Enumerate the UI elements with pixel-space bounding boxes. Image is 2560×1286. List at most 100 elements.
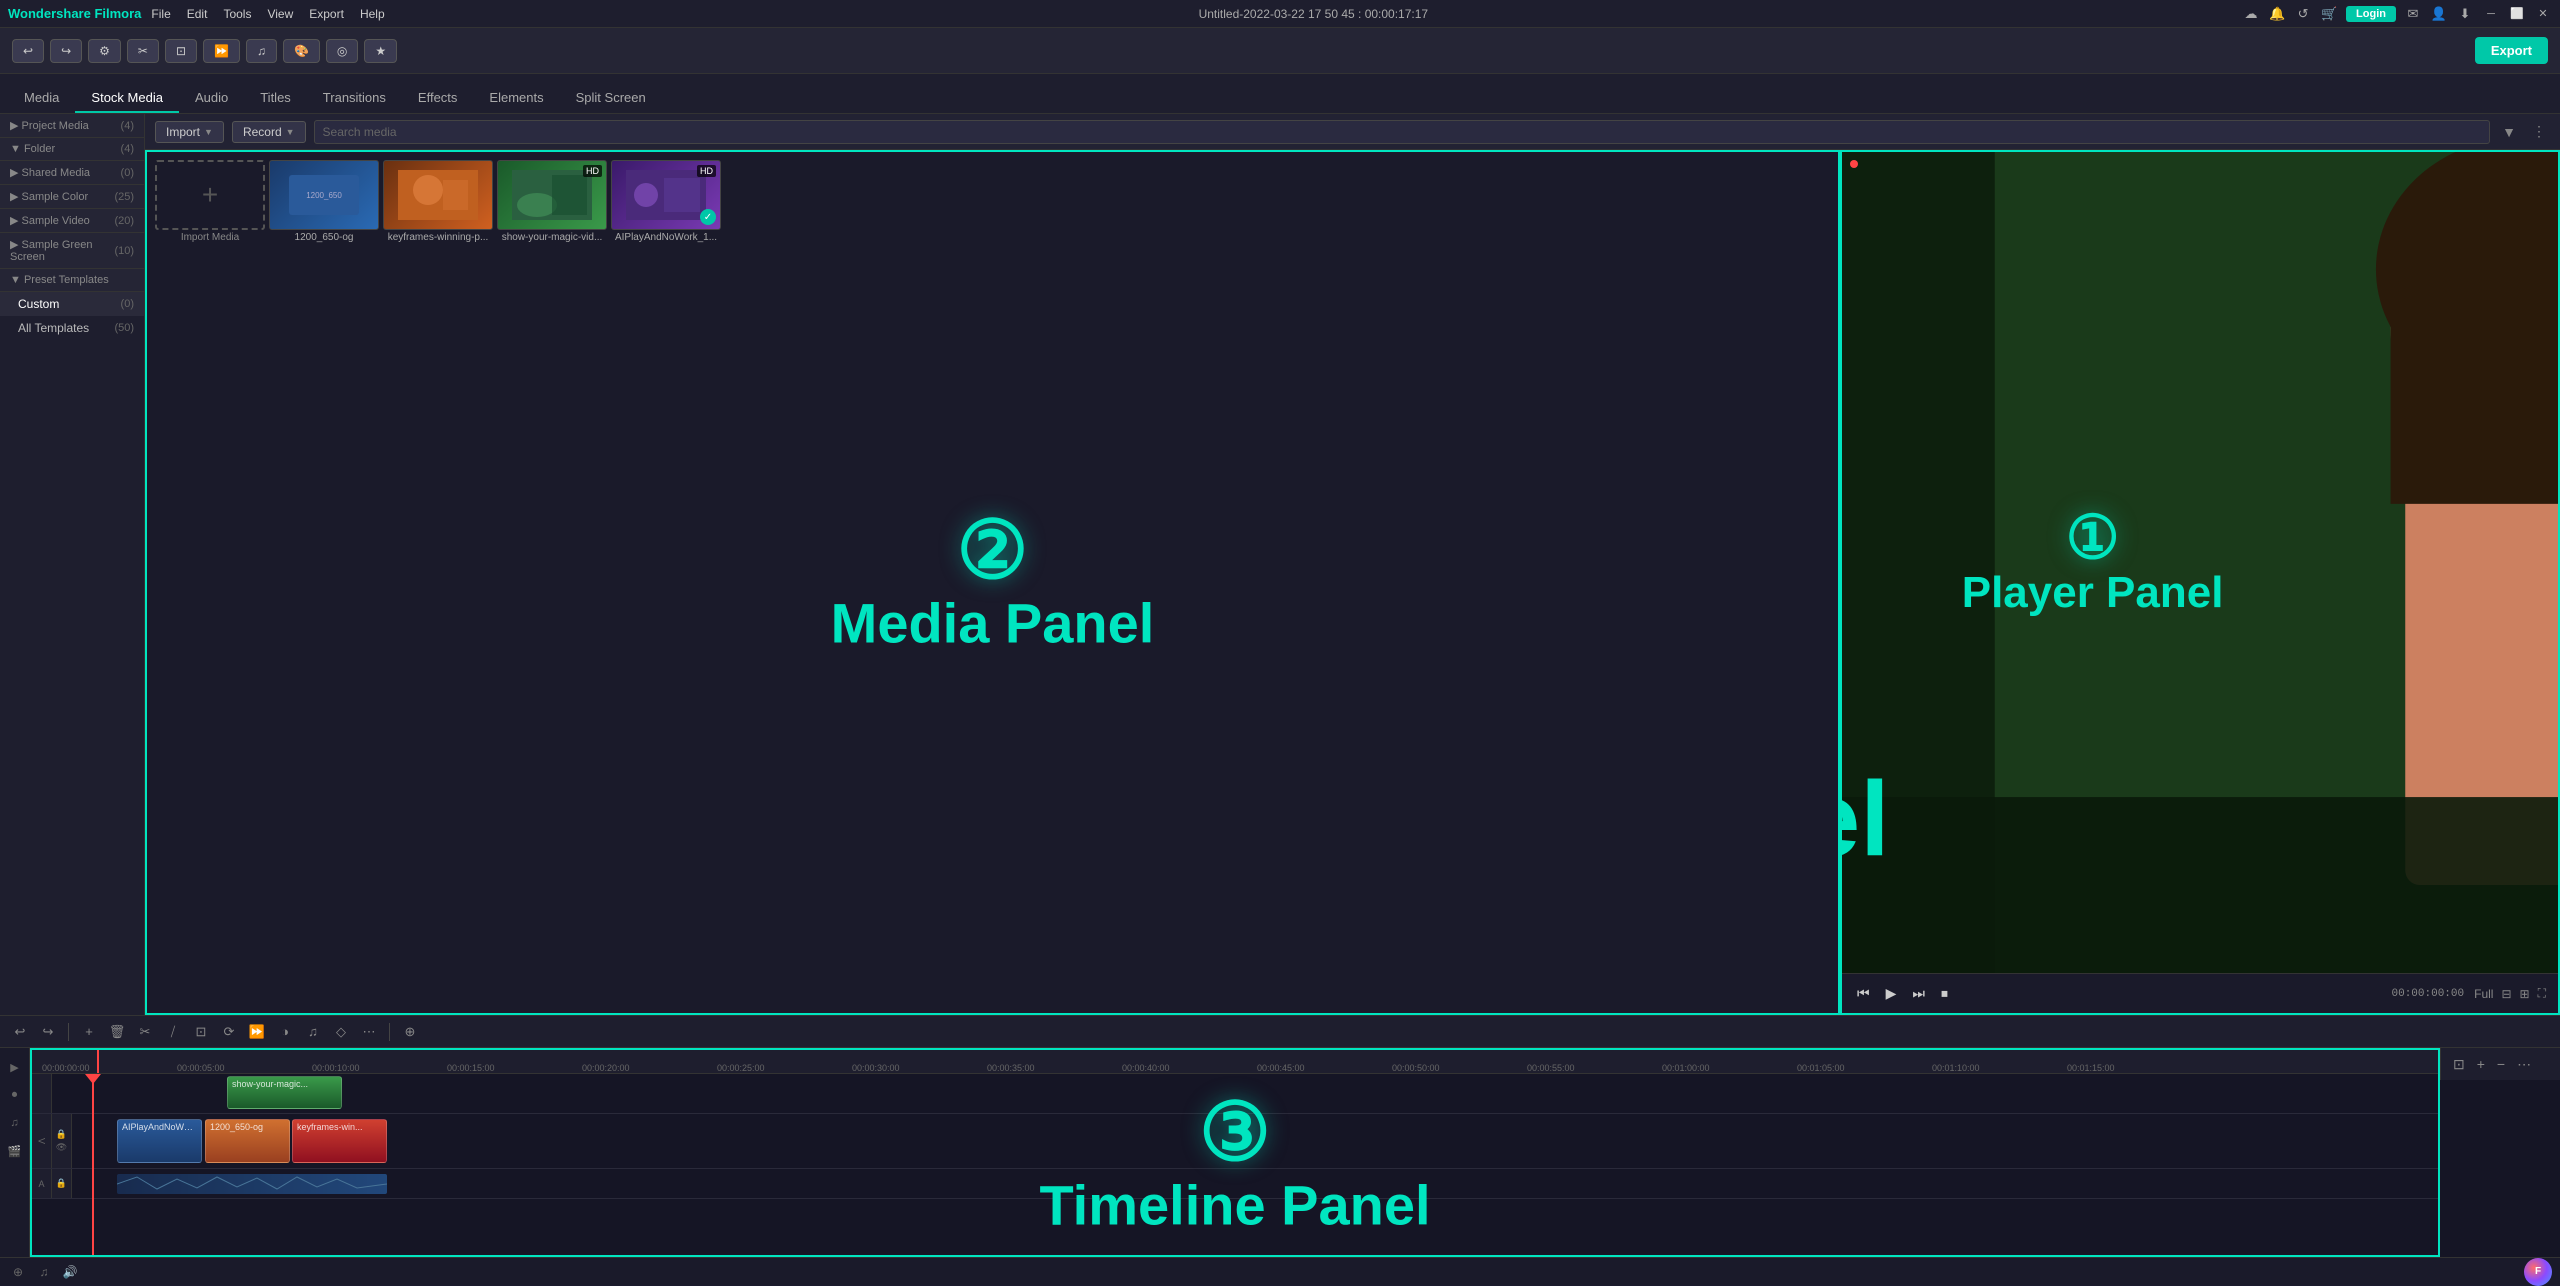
player-next-button[interactable]: ⏭ <box>1909 982 1928 1005</box>
menu-view[interactable]: View <box>267 7 293 21</box>
sidebar-section-project-media[interactable]: ▶ Project Media (4) <box>0 114 144 138</box>
media-item-4[interactable]: HD ✓ AIPlayAndNoWork_1... <box>611 160 721 243</box>
timeline-record-icon[interactable]: ⏺ <box>4 1084 26 1106</box>
timeline-video-icon[interactable]: 🎬 <box>4 1140 26 1162</box>
media-badge-4: HD <box>697 165 716 177</box>
tool-add-icon[interactable]: + <box>77 1020 101 1044</box>
tab-audio[interactable]: Audio <box>179 84 244 113</box>
player-play-button[interactable]: ▶ <box>1883 982 1900 1005</box>
zoom-in-button[interactable]: ⊞ <box>2520 987 2530 1001</box>
cut-button[interactable]: ✂ <box>127 39 159 63</box>
menu-tools[interactable]: Tools <box>223 7 251 21</box>
tool-more-icon[interactable]: ⋯ <box>357 1020 381 1044</box>
tool-cut-icon[interactable]: ✂ <box>133 1020 157 1044</box>
notification-icon[interactable]: 🔔 <box>2268 5 2286 23</box>
import-media-button[interactable]: + <box>155 160 265 230</box>
tool-keyframe-icon[interactable]: ◇ <box>329 1020 353 1044</box>
media-item-2[interactable]: keyframes-winning-p... <box>383 160 493 243</box>
minimize-button[interactable]: ─ <box>2482 5 2500 23</box>
tool-split-icon[interactable]: ⧸ <box>161 1020 185 1044</box>
record-button[interactable]: Record ▼ <box>232 121 306 143</box>
download-icon[interactable]: ⬇ <box>2456 5 2474 23</box>
sidebar-section-sample-video[interactable]: ▶ Sample Video (20) <box>0 209 144 233</box>
tab-effects[interactable]: Effects <box>402 84 474 113</box>
color-button[interactable]: 🎨 <box>283 39 320 63</box>
tool-delete-icon[interactable]: 🗑 <box>105 1020 129 1044</box>
media-item-3[interactable]: HD show-your-magic-vid... <box>497 160 607 243</box>
player-prev-button[interactable]: ⏮ <box>1854 982 1873 1005</box>
tool-crop-icon[interactable]: ⊡ <box>189 1020 213 1044</box>
tab-elements[interactable]: Elements <box>473 84 559 113</box>
tab-titles[interactable]: Titles <box>244 84 307 113</box>
sidebar-item-custom[interactable]: Custom (0) <box>0 292 144 316</box>
bottom-tool-2[interactable]: ♫ <box>34 1262 54 1282</box>
tool-redo-icon[interactable]: ↪ <box>36 1020 60 1044</box>
speed-button[interactable]: ⏩ <box>203 39 240 63</box>
clip-video-3[interactable]: keyframes-win... <box>292 1119 387 1162</box>
tool-undo-icon[interactable]: ↩ <box>8 1020 32 1044</box>
zoom-out-timeline[interactable]: − <box>2493 1054 2509 1074</box>
track-content-audio <box>72 1169 2438 1198</box>
refresh-icon[interactable]: ↺ <box>2294 5 2312 23</box>
tab-transitions[interactable]: Transitions <box>307 84 402 113</box>
tool-color-icon[interactable]: ◑ <box>273 1020 297 1044</box>
person-icon[interactable]: 👤 <box>2430 5 2448 23</box>
cloud-icon[interactable]: ☁ <box>2242 5 2260 23</box>
audio-clip[interactable] <box>117 1174 387 1194</box>
zoom-fit-icon[interactable]: ⊡ <box>2449 1054 2469 1075</box>
tab-split-screen[interactable]: Split Screen <box>560 84 662 113</box>
login-button[interactable]: Login <box>2346 6 2396 22</box>
search-input[interactable] <box>314 120 2491 144</box>
audio-lock-icon[interactable]: 🔒 <box>56 1178 67 1189</box>
fullscreen-button[interactable]: ⛶ <box>2538 986 2546 1001</box>
tool-audio-icon[interactable]: ♫ <box>301 1020 325 1044</box>
player-right-controls: Full ⊟ ⊞ ⛶ <box>2474 986 2546 1001</box>
zoom-more-icon[interactable]: ⋯ <box>2513 1054 2535 1075</box>
bottom-tool-1[interactable]: ⊕ <box>8 1262 28 1282</box>
sidebar-section-shared-media[interactable]: ▶ Shared Media (0) <box>0 161 144 185</box>
media-item-1[interactable]: 1200_650 1200_650-og <box>269 160 379 243</box>
clip-video-1[interactable]: AIPlayAndNoWork... <box>117 1119 202 1162</box>
crop-button[interactable]: ⊡ <box>165 39 197 63</box>
stabilize-button[interactable]: ◎ <box>326 39 358 63</box>
track-lock-icon[interactable]: 🔒 <box>56 1129 67 1140</box>
tool-transform-icon[interactable]: ⟳ <box>217 1020 241 1044</box>
filter-icon[interactable]: ▼ <box>2498 122 2520 142</box>
import-button[interactable]: Import ▼ <box>155 121 224 143</box>
undo-button[interactable]: ↩ <box>12 39 44 63</box>
settings-button[interactable]: ⚙ <box>88 39 121 63</box>
ai-button[interactable]: ★ <box>364 39 397 63</box>
player-video-bg: Player Panel ① Player Panel <box>1842 152 2558 973</box>
media-thumb-1: 1200_650 <box>269 160 379 230</box>
bottom-tool-3[interactable]: 🔊 <box>60 1262 80 1282</box>
zoom-out-button[interactable]: ⊟ <box>2501 987 2511 1001</box>
menu-edit[interactable]: Edit <box>187 7 208 21</box>
sidebar-section-sample-green[interactable]: ▶ Sample Green Screen (10) <box>0 233 144 269</box>
audio-button[interactable]: ♫ <box>246 39 277 63</box>
tab-media[interactable]: Media <box>8 84 75 113</box>
clip-video-2[interactable]: 1200_650-og <box>205 1119 290 1162</box>
export-button[interactable]: Export <box>2475 37 2548 64</box>
tab-stock-media[interactable]: Stock Media <box>75 84 179 113</box>
more-options-icon[interactable]: ⋮ <box>2528 121 2550 142</box>
sidebar-section-sample-color[interactable]: ▶ Sample Color (25) <box>0 185 144 209</box>
sidebar-section-folder[interactable]: ▼ Folder (4) <box>0 138 144 161</box>
tool-speed-icon[interactable]: ⏩ <box>245 1020 269 1044</box>
zoom-in-timeline[interactable]: + <box>2473 1054 2489 1074</box>
menu-export[interactable]: Export <box>309 7 344 21</box>
mail-icon[interactable]: ✉ <box>2404 5 2422 23</box>
close-button[interactable]: ✕ <box>2534 5 2552 23</box>
menu-file[interactable]: File <box>151 7 170 21</box>
track-eye-icon[interactable]: 👁 <box>56 1142 67 1153</box>
menu-help[interactable]: Help <box>360 7 385 21</box>
timeline-audio-icon[interactable]: ♫ <box>4 1112 26 1134</box>
redo-button[interactable]: ↪ <box>50 39 82 63</box>
clip-floating-1[interactable]: show-your-magic... <box>227 1076 342 1109</box>
tool-snap-icon[interactable]: ⊕ <box>398 1020 422 1044</box>
sidebar-section-preset-templates[interactable]: ▼ Preset Templates <box>0 269 144 292</box>
timeline-play-icon[interactable]: ▶ <box>4 1056 26 1078</box>
player-stop-button[interactable]: ⏹ <box>1938 982 1951 1005</box>
sidebar-item-all-templates[interactable]: All Templates (50) <box>0 316 144 340</box>
cart-icon[interactable]: 🛒 <box>2320 5 2338 23</box>
maximize-button[interactable]: ⬜ <box>2508 5 2526 23</box>
